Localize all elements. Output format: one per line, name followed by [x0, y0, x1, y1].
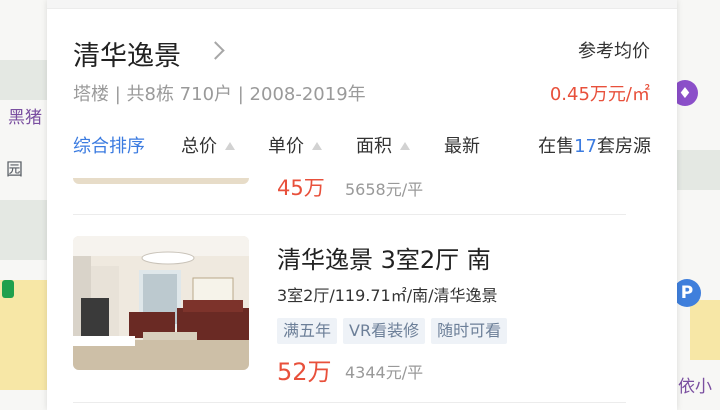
listing-thumbnail[interactable] [73, 178, 249, 184]
sort-unit-price[interactable]: 单价 [268, 132, 322, 158]
sort-bar: 综合排序 总价 单价 面积 最新 在售17套房源 [73, 132, 651, 158]
count-suffix: 套房源 [597, 136, 651, 157]
community-name[interactable]: 清华逸景 [73, 34, 181, 73]
listing-unit-price: 5658元/平 [345, 180, 424, 199]
listing-list[interactable]: 45万 5658元/平 清华逸景 3室2厅 南 3室2厅/119.71㎡/南/清… [47, 178, 677, 410]
listing-price: 52万 [277, 358, 332, 386]
sort-arrow-icon [225, 142, 235, 150]
transit-icon [2, 280, 14, 298]
sort-arrow-icon [400, 142, 410, 150]
sort-total-price[interactable]: 总价 [181, 132, 235, 158]
sort-newest[interactable]: 最新 [444, 132, 480, 158]
listing-count: 在售17套房源 [538, 132, 651, 158]
map-label: 黑猪 [8, 108, 42, 128]
community-meta: 塔楼 | 共8栋 710户 | 2008-2019年 [73, 84, 366, 105]
listing-title[interactable]: 清华逸景 3室2厅 南 [277, 240, 491, 275]
sort-label: 总价 [181, 136, 217, 157]
chevron-right-icon[interactable] [206, 41, 225, 60]
listing-thumbnail[interactable] [73, 236, 249, 370]
avg-price: 0.45万元/㎡ [549, 84, 650, 105]
tag-badge: VR看装修 [343, 318, 426, 344]
tag-badge: 随时可看 [431, 318, 508, 344]
living-room-photo [73, 236, 249, 370]
listing-tags: 满五年 VR看装修 随时可看 [277, 318, 513, 344]
listing-price: 45万 [277, 178, 325, 200]
divider [73, 402, 626, 403]
sort-comprehensive[interactable]: 综合排序 [73, 132, 145, 158]
listing-unit-price: 4344元/平 [345, 363, 424, 382]
listing-detail: 3室2厅/119.71㎡/南/清华逸景 [277, 286, 498, 305]
sort-area[interactable]: 面积 [356, 132, 410, 158]
sort-arrow-icon [312, 142, 322, 150]
parking-icon[interactable]: P [673, 279, 701, 307]
panel-top-edge [47, 0, 677, 9]
community-panel: 清华逸景 参考均价 塔楼 | 共8栋 710户 | 2008-2019年 0.4… [47, 0, 677, 410]
map-label: 依小 [678, 377, 712, 397]
map-label: 园 [6, 160, 23, 180]
sort-label: 单价 [268, 136, 304, 157]
tag-badge: 满五年 [277, 318, 338, 344]
divider [73, 214, 626, 215]
sort-label: 面积 [356, 136, 392, 157]
ref-price-label: 参考均价 [578, 41, 650, 62]
count-number: 17 [574, 136, 597, 157]
count-prefix: 在售 [538, 136, 575, 157]
